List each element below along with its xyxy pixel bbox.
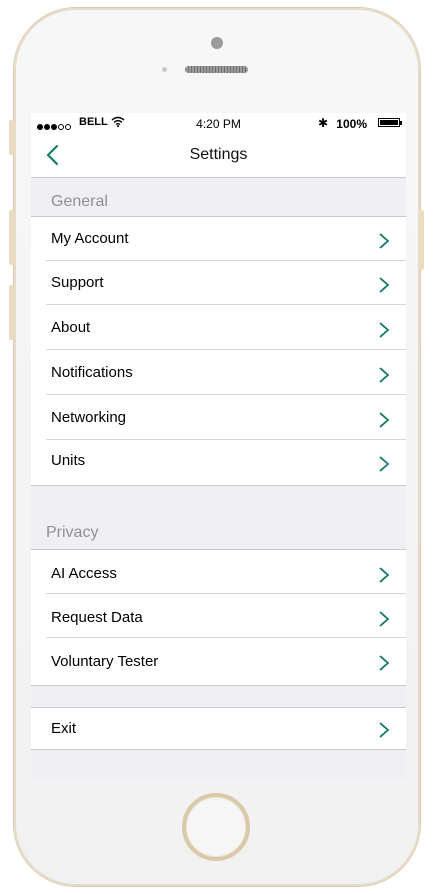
page-title: Settings	[189, 146, 248, 163]
row-label: Notifications	[51, 364, 133, 381]
settings-row-my-account[interactable]: My Account	[31, 217, 406, 261]
chevron-right-icon	[379, 412, 390, 428]
status-bar: BELL 4:20 PM ✱ 100%	[31, 113, 406, 133]
settings-row-notifications[interactable]: Notifications	[31, 350, 406, 395]
screen: BELL 4:20 PM ✱ 100% Settings General My …	[31, 113, 406, 780]
row-label: Networking	[51, 409, 127, 426]
row-label: AI Access	[51, 565, 117, 582]
mute-switch	[9, 120, 14, 155]
row-label: My Account	[51, 230, 129, 247]
chevron-right-icon	[379, 277, 390, 293]
home-button[interactable]	[182, 793, 250, 861]
chevron-right-icon	[379, 456, 390, 472]
chevron-right-icon	[379, 655, 390, 671]
chevron-right-icon	[379, 567, 390, 583]
chevron-right-icon	[379, 611, 390, 627]
volume-down-button	[9, 285, 14, 340]
general-group: My Account Support About Notifications N…	[31, 216, 406, 486]
earpiece-speaker	[185, 66, 248, 73]
row-label: About	[51, 319, 91, 336]
row-label: Exit	[51, 720, 77, 737]
chevron-right-icon	[379, 367, 390, 383]
chevron-right-icon	[379, 233, 390, 249]
settings-row-about[interactable]: About	[31, 305, 406, 350]
privacy-group: AI Access Request Data Voluntary Tester	[31, 549, 406, 686]
battery-percentage: 100%	[336, 117, 367, 131]
battery-icon	[378, 118, 402, 127]
row-label: Support	[51, 274, 104, 291]
navigation-bar: Settings	[31, 133, 406, 178]
settings-row-voluntary-tester[interactable]: Voluntary Tester	[31, 638, 406, 685]
settings-row-networking[interactable]: Networking	[31, 395, 406, 440]
exit-group: Exit	[31, 707, 406, 750]
settings-row-request-data[interactable]: Request Data	[31, 594, 406, 638]
settings-row-support[interactable]: Support	[31, 261, 406, 305]
front-camera	[211, 37, 223, 49]
exit-row[interactable]: Exit	[31, 708, 406, 749]
settings-row-ai-access[interactable]: AI Access	[31, 550, 406, 594]
row-label: Voluntary Tester	[51, 653, 159, 670]
settings-row-units[interactable]: Units	[31, 440, 406, 485]
chevron-right-icon	[379, 722, 390, 738]
bluetooth-icon: ✱	[317, 116, 328, 130]
volume-up-button	[9, 210, 14, 265]
row-label: Request Data	[51, 609, 143, 626]
section-header-privacy: Privacy	[46, 524, 99, 541]
section-header-general: General	[51, 193, 108, 210]
proximity-sensor	[162, 67, 167, 72]
power-button	[419, 210, 424, 270]
chevron-right-icon	[379, 322, 390, 338]
row-label: Units	[51, 452, 86, 469]
